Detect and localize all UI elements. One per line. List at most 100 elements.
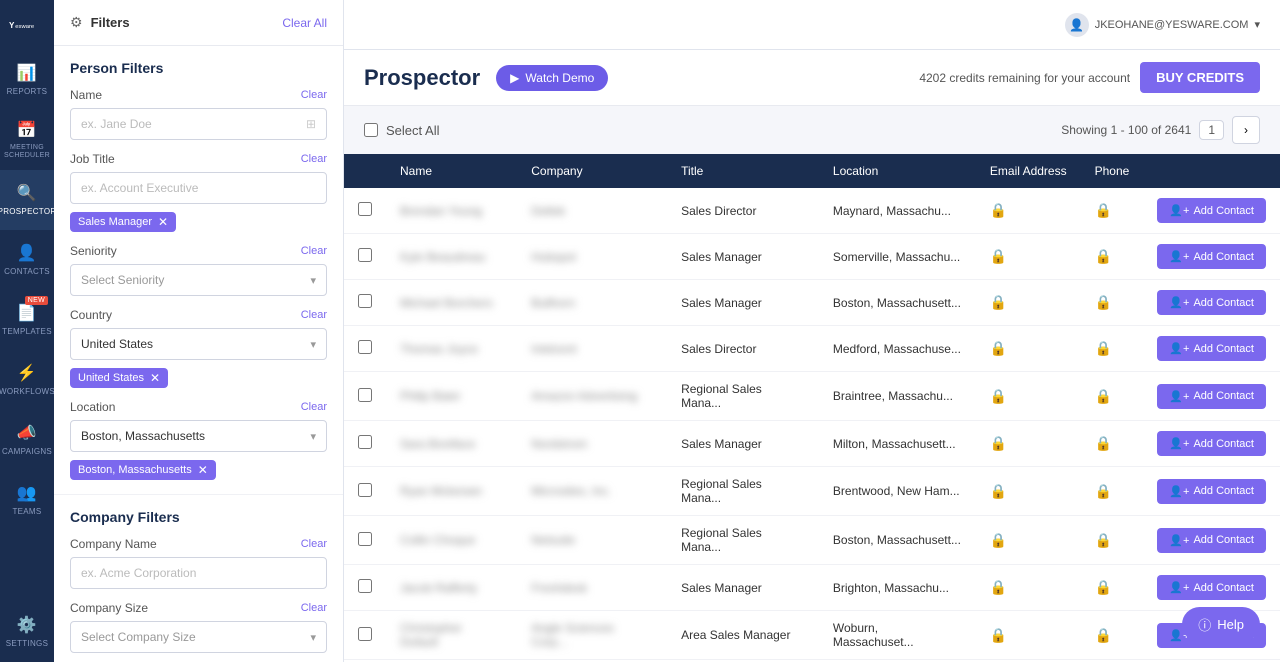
job-title-clear-button[interactable]: Clear [301, 153, 327, 165]
phone-col-header[interactable]: Phone [1081, 154, 1144, 188]
job-title-input-wrapper[interactable] [70, 172, 327, 204]
job-title-field-header: Job Title Clear [70, 152, 327, 166]
sidebar-item-settings[interactable]: ⚙️ SETTINGS [0, 602, 54, 662]
row-checkbox-cell[interactable] [344, 565, 386, 611]
sidebar-item-reports[interactable]: 📊 REPORTS [0, 50, 54, 110]
row-checkbox[interactable] [358, 483, 372, 497]
country-dropdown[interactable]: United States ▾ [70, 328, 327, 360]
company-col-header[interactable]: Company [517, 154, 667, 188]
add-contact-button[interactable]: 👤+ Add Contact [1157, 384, 1266, 409]
row-location-cell: Braintree, Massachu... [819, 372, 976, 421]
sidebar-item-contacts[interactable]: 👤 CONTACTS [0, 230, 54, 290]
location-dropdown[interactable]: Boston, Massachusetts ▾ [70, 420, 327, 452]
row-phone-cell: 🔒 [1081, 611, 1144, 660]
job-title-input[interactable] [81, 181, 316, 195]
row-checkbox-cell[interactable] [344, 611, 386, 660]
select-all-checkbox[interactable] [364, 123, 378, 137]
sidebar-item-prospector[interactable]: 🔍 PROSPECTOR [0, 170, 54, 230]
row-email-cell: 🔒 [976, 280, 1081, 326]
name-input-wrapper[interactable]: ⊞ [70, 108, 327, 140]
next-page-button[interactable]: › [1232, 116, 1260, 144]
seniority-dropdown[interactable]: Select Seniority ▾ [70, 264, 327, 296]
job-title-tag-remove[interactable]: ✕ [158, 216, 168, 228]
seniority-clear-button[interactable]: Clear [301, 245, 327, 257]
table-row: Kyle Beaudreau Hubspot Sales Manager Som… [344, 234, 1280, 280]
row-checkbox-cell[interactable] [344, 188, 386, 234]
add-contact-button[interactable]: 👤+ Add Contact [1157, 290, 1266, 315]
table-row: Michael Borchers Bullhorn Sales Manager … [344, 280, 1280, 326]
table-row: Thomas Joyce Intelcent Sales Director Me… [344, 326, 1280, 372]
row-checkbox[interactable] [358, 627, 372, 641]
location-chevron-icon: ▾ [310, 430, 316, 443]
row-checkbox-cell[interactable] [344, 421, 386, 467]
watch-demo-button[interactable]: ▶ Watch Demo [496, 65, 608, 91]
row-checkbox-cell[interactable] [344, 280, 386, 326]
row-checkbox[interactable] [358, 248, 372, 262]
svg-text:esware: esware [15, 24, 34, 30]
person-add-icon: 👤+ [1169, 485, 1189, 498]
row-checkbox[interactable] [358, 532, 372, 546]
row-checkbox[interactable] [358, 294, 372, 308]
phone-lock-icon: 🔒 [1095, 202, 1112, 218]
person-filters-section: Person Filters Name Clear ⊞ Job Title Cl… [54, 46, 343, 495]
location-tag-remove[interactable]: ✕ [198, 464, 208, 476]
add-contact-button[interactable]: 👤+ Add Contact [1157, 575, 1266, 600]
add-contact-button[interactable]: 👤+ Add Contact [1157, 528, 1266, 553]
help-button[interactable]: ⓘ Help [1182, 607, 1260, 642]
sidebar-item-teams[interactable]: 👥 TEAMS [0, 470, 54, 530]
country-tag-remove[interactable]: ✕ [150, 372, 160, 384]
add-contact-button[interactable]: 👤+ Add Contact [1157, 431, 1266, 456]
buy-credits-button[interactable]: BUY CREDITS [1140, 62, 1260, 93]
company-name-clear-button[interactable]: Clear [301, 538, 327, 550]
row-checkbox-cell[interactable] [344, 372, 386, 421]
email-lock-icon: 🔒 [990, 483, 1007, 499]
add-contact-button[interactable]: 👤+ Add Contact [1157, 336, 1266, 361]
company-size-dropdown[interactable]: Select Company Size ▾ [70, 621, 327, 653]
company-size-clear-button[interactable]: Clear [301, 602, 327, 614]
left-navigation: Y esware 📊 REPORTS 📅 MEETINGSCHEDULER 🔍 … [0, 0, 54, 662]
phone-lock-icon: 🔒 [1095, 579, 1112, 595]
row-checkbox[interactable] [358, 388, 372, 402]
row-checkbox[interactable] [358, 202, 372, 216]
add-contact-button[interactable]: 👤+ Add Contact [1157, 244, 1266, 269]
email-lock-icon: 🔒 [990, 202, 1007, 218]
company-name-input[interactable] [81, 566, 316, 580]
email-col-header[interactable]: Email Address [976, 154, 1081, 188]
contact-company: Amazon Advertising [531, 389, 637, 403]
row-checkbox-cell[interactable] [344, 467, 386, 516]
clear-all-button[interactable]: Clear All [282, 16, 327, 30]
row-checkbox-cell[interactable] [344, 326, 386, 372]
name-input[interactable] [81, 117, 306, 131]
data-table-area: Name Company Title Location Email Addres… [344, 154, 1280, 662]
row-checkbox[interactable] [358, 435, 372, 449]
country-clear-button[interactable]: Clear [301, 309, 327, 321]
row-checkbox-cell[interactable] [344, 516, 386, 565]
row-action-cell: 👤+ Add Contact [1143, 280, 1280, 326]
app-logo[interactable]: Y esware [0, 0, 54, 50]
row-checkbox[interactable] [358, 579, 372, 593]
contact-name: Philip Baier [400, 389, 461, 403]
row-company-cell: Nordstrom [517, 421, 667, 467]
sidebar-item-workflows[interactable]: ⚡ WORKFLOWS [0, 350, 54, 410]
location-col-header[interactable]: Location [819, 154, 976, 188]
add-contact-button[interactable]: 👤+ Add Contact [1157, 198, 1266, 223]
person-add-icon: 👤+ [1169, 534, 1189, 547]
company-name-input-wrapper[interactable] [70, 557, 327, 589]
sidebar-item-campaigns[interactable]: 📣 CAMPAIGNS [0, 410, 54, 470]
user-info[interactable]: 👤 JKEOHANE@YESWARE.COM ▾ [1065, 13, 1260, 37]
row-name-cell: Ryan Mckeown [386, 467, 517, 516]
sidebar-item-meeting-scheduler[interactable]: 📅 MEETINGSCHEDULER [0, 110, 54, 170]
sidebar-item-templates[interactable]: 📄 TEMPLATES NEW [0, 290, 54, 350]
location-clear-button[interactable]: Clear [301, 401, 327, 413]
name-clear-button[interactable]: Clear [301, 89, 327, 101]
row-checkbox[interactable] [358, 340, 372, 354]
company-size-chevron-icon: ▾ [310, 631, 316, 644]
page-title: Prospector [364, 65, 480, 91]
add-contact-button[interactable]: 👤+ Add Contact [1157, 479, 1266, 504]
person-add-icon: 👤+ [1169, 581, 1189, 594]
row-title-cell: Sales Manager [667, 421, 819, 467]
row-checkbox-cell[interactable] [344, 234, 386, 280]
title-col-header[interactable]: Title [667, 154, 819, 188]
name-col-header[interactable]: Name [386, 154, 517, 188]
user-dropdown-arrow: ▾ [1254, 18, 1260, 31]
